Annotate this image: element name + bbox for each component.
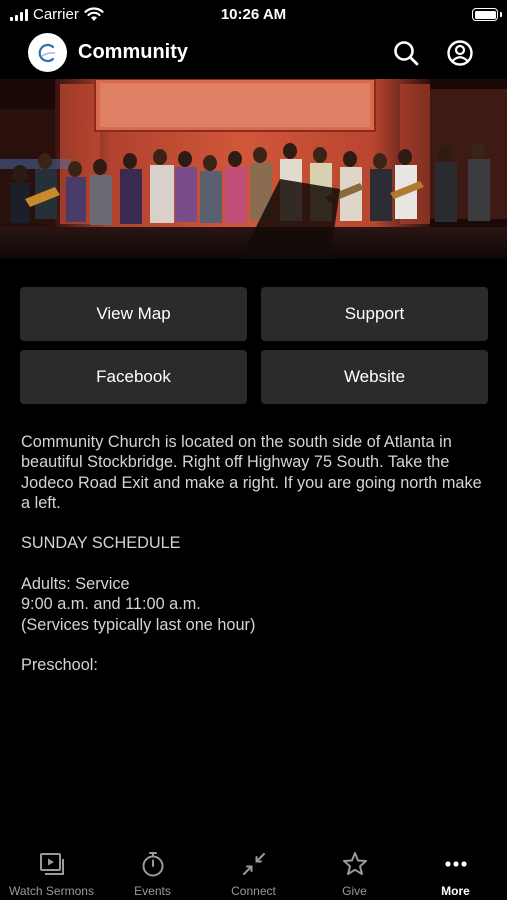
- search-icon[interactable]: [392, 39, 420, 67]
- church-logo[interactable]: [28, 33, 67, 72]
- hero-image: [0, 79, 507, 259]
- website-button[interactable]: Website: [261, 350, 488, 404]
- battery-icon: [472, 8, 498, 21]
- page-title: Community: [78, 41, 188, 63]
- view-map-button[interactable]: View Map: [20, 287, 247, 341]
- star-icon: [342, 852, 367, 875]
- tab-events[interactable]: Events: [102, 840, 203, 900]
- ellipsis-icon: [444, 861, 467, 867]
- stopwatch-icon: [142, 852, 163, 877]
- battery-nub: [500, 12, 502, 17]
- worship-stage-image: [0, 79, 507, 259]
- nav-bar: Community: [0, 30, 507, 78]
- preschool-label: Preschool:: [21, 656, 98, 675]
- support-button[interactable]: Support: [261, 287, 488, 341]
- tab-bar: Watch Sermons Events Connect Give More: [0, 840, 507, 900]
- schedule-heading: SUNDAY SCHEDULE: [21, 534, 181, 553]
- tab-watch-sermons[interactable]: Watch Sermons: [1, 840, 102, 900]
- tab-more[interactable]: More: [405, 840, 506, 900]
- tab-connect[interactable]: Connect: [203, 840, 304, 900]
- tab-label: More: [441, 884, 470, 898]
- adults-service-times: 9:00 a.m. and 11:00 a.m.: [21, 595, 201, 614]
- adults-service-note: (Services typically last one hour): [21, 615, 256, 634]
- adults-service-label: Adults: Service: [21, 575, 130, 594]
- account-icon[interactable]: [446, 39, 474, 67]
- video-icon: [39, 853, 64, 875]
- arrows-in-icon: [242, 853, 265, 875]
- status-bar: Carrier 10:26 AM: [0, 0, 507, 30]
- tab-give[interactable]: Give: [304, 840, 405, 900]
- church-description: Community Church is located on the south…: [21, 432, 489, 676]
- intro-paragraph: Community Church is located on the south…: [21, 433, 482, 512]
- facebook-button[interactable]: Facebook: [20, 350, 247, 404]
- status-time: 10:26 AM: [220, 6, 287, 23]
- logo-mark-icon: [38, 43, 55, 62]
